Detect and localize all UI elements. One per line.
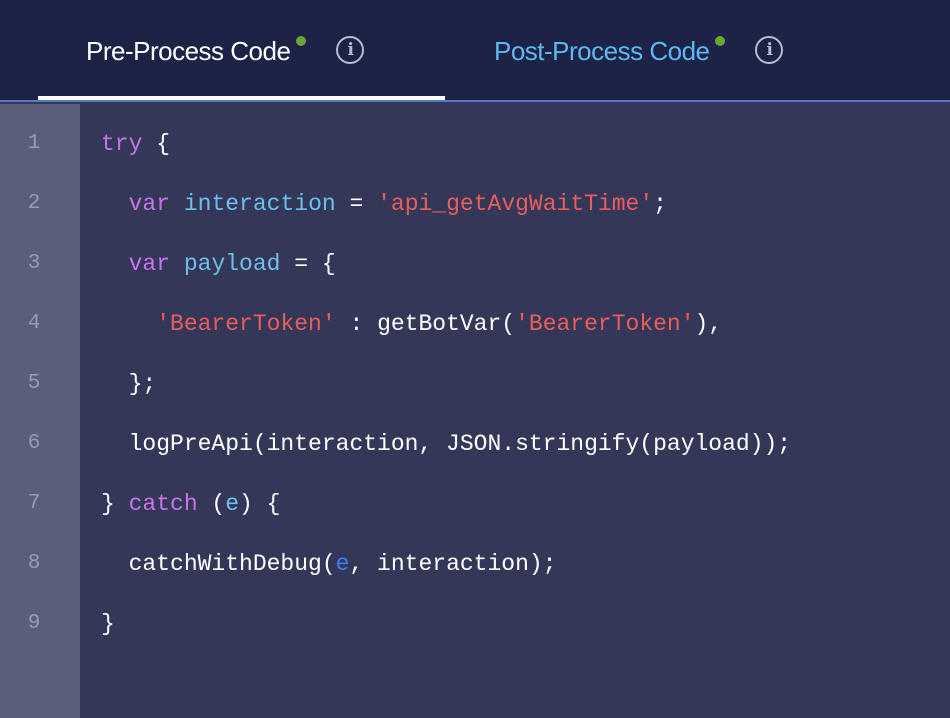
code-text[interactable]: var payload = { <box>101 234 336 294</box>
code-text[interactable]: try { <box>101 114 170 174</box>
code-token-str: 'BearerToken' <box>156 311 336 337</box>
code-line[interactable]: 1 try { <box>0 114 950 174</box>
code-tab-bar: Pre-Process Code i Post-Process Code i <box>0 0 950 102</box>
code-text[interactable]: logPreApi(interaction, JSON.stringify(pa… <box>101 414 792 474</box>
line-number: 6 <box>27 432 41 455</box>
code-token-kw: try <box>101 131 143 157</box>
code-token-kw: catch <box>128 491 198 517</box>
code-text[interactable]: } <box>101 594 115 654</box>
code-token-plain: logPreApi(interaction, JSON.stringify(pa… <box>101 431 792 457</box>
code-token-plain: } <box>101 611 115 637</box>
code-token-kw: var <box>128 191 171 217</box>
info-icon[interactable]: i <box>755 36 784 64</box>
line-number: 2 <box>27 192 41 215</box>
code-token-plain: catchWithDebug( <box>101 551 336 577</box>
code-line[interactable]: 9} <box>0 594 950 654</box>
code-token-param: e <box>335 551 350 577</box>
line-number: 7 <box>27 492 41 515</box>
code-token-plain: { <box>142 131 171 157</box>
code-text[interactable]: }; <box>101 354 157 414</box>
code-line[interactable]: 7} catch (e) { <box>0 474 950 534</box>
line-number: 8 <box>27 552 41 575</box>
info-icon[interactable]: i <box>336 36 365 64</box>
code-text[interactable]: 'BearerToken' : getBotVar('BearerToken')… <box>101 294 722 354</box>
code-token-str: 'api_getAvgWaitTime' <box>377 191 654 217</box>
code-token-plain: = <box>335 191 378 217</box>
tab-label: Pre-Process Code <box>86 35 291 66</box>
code-line[interactable]: 5 }; <box>0 354 950 414</box>
status-dot-icon <box>296 36 307 46</box>
code-token-kw: var <box>128 251 171 277</box>
code-line[interactable]: 6 logPreApi(interaction, JSON.stringify(… <box>0 414 950 474</box>
code-text[interactable]: var interaction = 'api_getAvgWaitTime'; <box>101 174 667 234</box>
code-text[interactable]: } catch (e) { <box>101 474 280 534</box>
code-line[interactable]: 3 var payload = { <box>0 234 950 294</box>
code-token-plain: }; <box>101 371 157 397</box>
code-token-var: e <box>225 491 240 517</box>
code-text[interactable]: catchWithDebug(e, interaction); <box>101 534 557 594</box>
code-line[interactable]: 2 var interaction = 'api_getAvgWaitTime'… <box>0 174 950 234</box>
code-token-str: 'BearerToken' <box>515 311 695 337</box>
tab-pre-process-code[interactable]: Pre-Process Code i <box>86 0 365 100</box>
code-line[interactable]: 8 catchWithDebug(e, interaction); <box>0 534 950 594</box>
tab-label: Post-Process Code <box>494 35 710 66</box>
code-line[interactable]: 4 'BearerToken' : getBotVar('BearerToken… <box>0 294 950 354</box>
code-token-plain: = { <box>280 251 336 277</box>
line-number: 9 <box>27 612 41 635</box>
status-dot-icon <box>715 36 726 46</box>
code-token-plain: ) { <box>239 491 281 517</box>
code-token-plain: ( <box>197 491 226 517</box>
line-number: 3 <box>27 252 41 275</box>
active-tab-indicator <box>38 96 445 100</box>
tab-post-process-code[interactable]: Post-Process Code i <box>494 0 784 100</box>
line-number: 4 <box>27 312 41 335</box>
code-token-var: interaction <box>183 191 336 217</box>
code-token-var: payload <box>183 251 281 277</box>
code-token-plain: ; <box>653 191 667 217</box>
line-number: 5 <box>27 372 41 395</box>
code-token-plain: ), <box>694 311 723 337</box>
code-token-plain: } <box>101 491 129 517</box>
code-token-plain: , interaction); <box>349 551 557 577</box>
code-token-plain: : getBotVar( <box>335 311 516 337</box>
line-number: 1 <box>27 132 41 155</box>
